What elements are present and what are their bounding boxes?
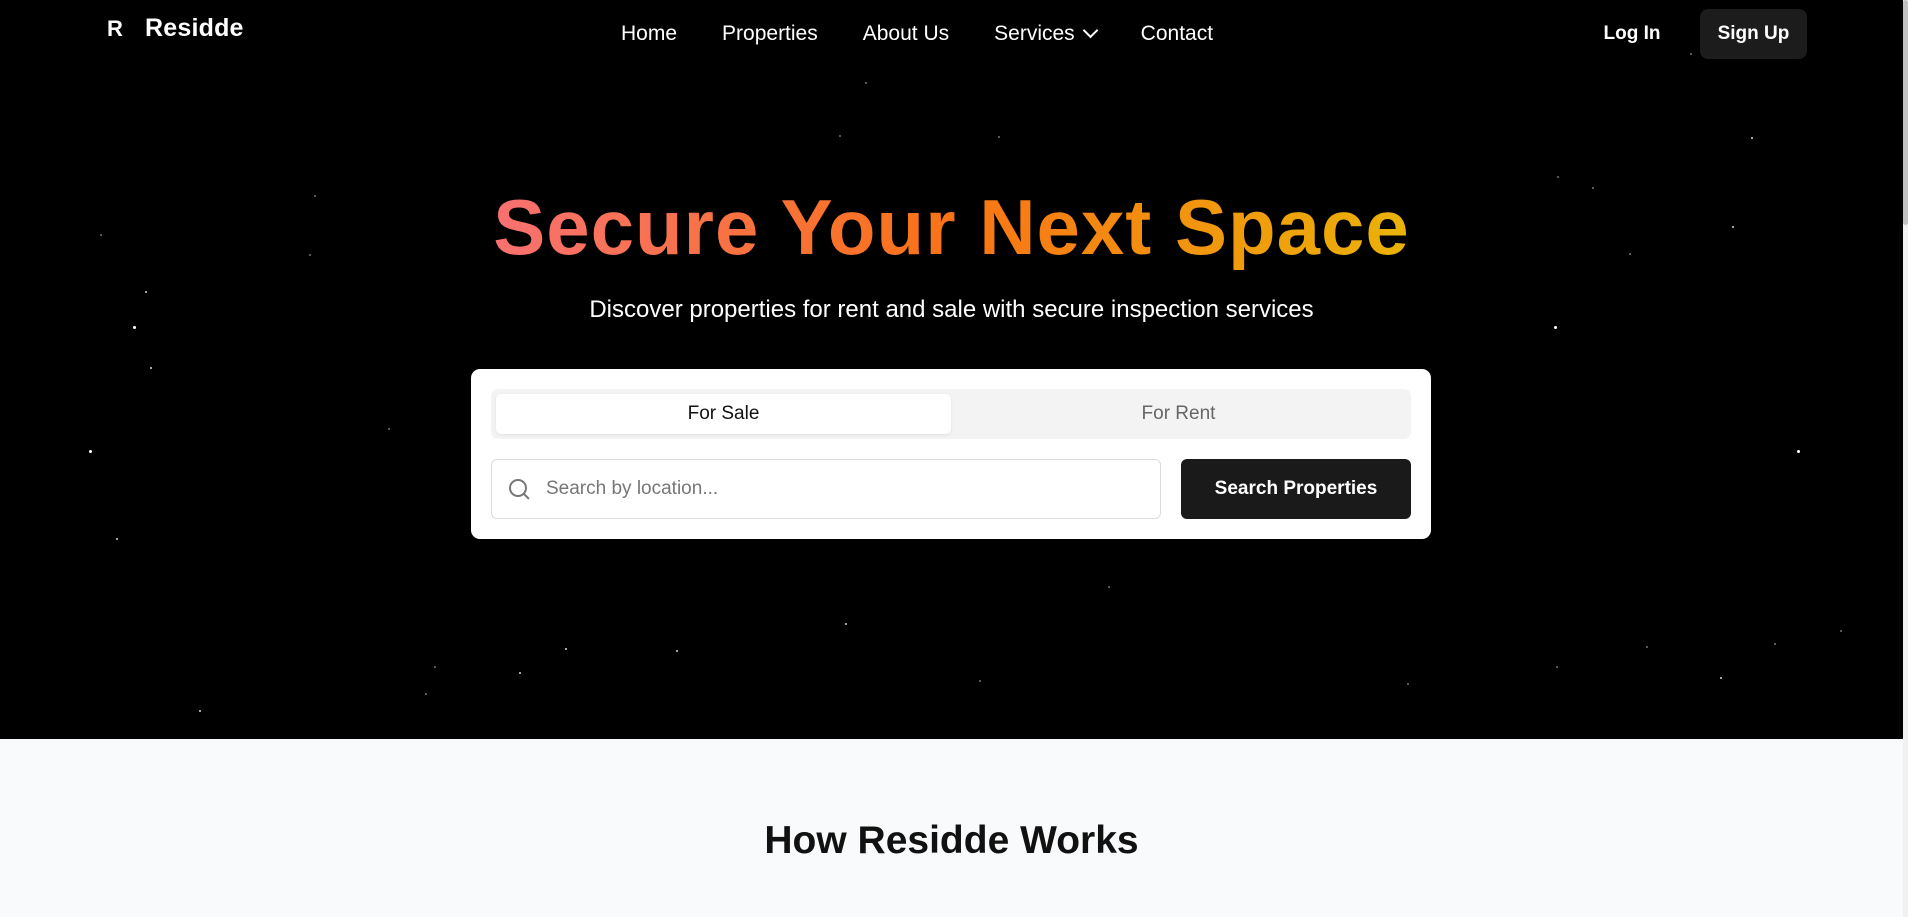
tab-for-rent[interactable]: For Rent [951,394,1406,434]
logo-text: Residde [145,14,244,42]
hero-headline-text: Secure Your Next Space [493,183,1410,271]
nav-link-services-label: Services [994,22,1075,45]
search-icon [508,478,530,500]
login-button[interactable]: Log In [1592,11,1672,57]
page: R Residde Home Properties About Us Servi… [0,0,1908,917]
location-search-field[interactable] [491,459,1161,519]
chevron-down-icon [1082,22,1098,39]
nav-link-about-us[interactable]: About Us [863,22,949,46]
logo[interactable]: R Residde [107,14,244,43]
logo-mark: R [107,15,123,41]
hero-headline: Secure Your Next Space [0,182,1903,272]
search-properties-button[interactable]: Search Properties [1181,459,1411,519]
signup-button[interactable]: Sign Up [1700,9,1807,59]
search-card: For Sale For Rent Search Properties [471,369,1431,539]
scrollbar-thumb[interactable] [1903,0,1908,225]
page-scrollbar[interactable] [1903,0,1908,917]
nav-link-services[interactable]: Services [994,22,1098,46]
nav-link-home[interactable]: Home [621,22,677,46]
top-navigation: R Residde Home Properties About Us Servi… [0,0,1903,68]
section-title: How Residde Works [764,819,1139,862]
nav-link-contact[interactable]: Contact [1141,22,1213,46]
location-search-input[interactable] [544,468,1148,510]
nav-link-properties[interactable]: Properties [722,22,818,46]
tab-for-sale[interactable]: For Sale [496,394,951,434]
listing-type-tabs: For Sale For Rent [491,389,1411,439]
hero-subheading: Discover properties for rent and sale wi… [589,296,1314,323]
how-it-works-section: How Residde Works [0,739,1903,917]
hero-section: R Residde Home Properties About Us Servi… [0,0,1903,739]
nav-links: Home Properties About Us Services Contac… [621,20,1213,48]
